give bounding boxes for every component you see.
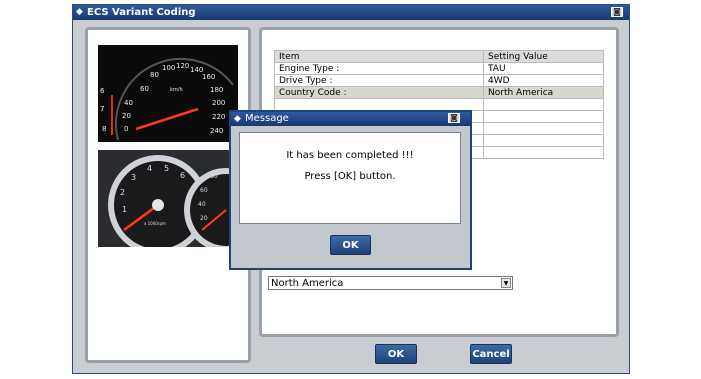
window-close-button[interactable]: ◙ bbox=[611, 7, 623, 17]
tach-tick: 5 bbox=[164, 164, 169, 173]
message-text-area: It has been completed !!! Press [OK] but… bbox=[239, 132, 461, 224]
speedo-tick: 240 bbox=[210, 127, 223, 135]
tach-tick: 4 bbox=[147, 164, 152, 173]
tach-unit: x 1000rpm bbox=[144, 221, 166, 226]
speedo-tick: 200 bbox=[212, 99, 225, 107]
table-row-selected[interactable]: Country Code : North America bbox=[274, 86, 604, 99]
speedo-tick: 160 bbox=[202, 73, 215, 81]
message-dialog-titlebar: ◆ Message ◙ bbox=[231, 112, 470, 126]
speedo-tick: 80 bbox=[150, 71, 159, 79]
cell-value bbox=[483, 110, 604, 123]
ok-button[interactable]: OK bbox=[375, 344, 417, 364]
tach-tick: 2 bbox=[120, 188, 125, 197]
temp-tick: 60 bbox=[200, 187, 208, 194]
speedo-tick: 180 bbox=[210, 86, 223, 94]
temp-tick: 20 bbox=[200, 215, 208, 222]
tach-tick: 6 bbox=[180, 171, 185, 180]
table-row[interactable]: Engine Type : TAU bbox=[274, 62, 604, 75]
cell-value: North America bbox=[483, 86, 604, 99]
column-header-item: Item bbox=[274, 50, 484, 63]
cell-value bbox=[483, 134, 604, 147]
speedo-tick: 60 bbox=[140, 85, 149, 93]
title-diamond-icon: ◆ bbox=[234, 114, 241, 124]
cell-value: TAU bbox=[483, 62, 604, 75]
cell-value bbox=[483, 98, 604, 111]
country-code-value: North America bbox=[271, 278, 344, 289]
speedo-left-tick: 7 bbox=[100, 105, 104, 113]
title-diamond-icon: ◆ bbox=[76, 7, 83, 17]
tachometer-image: 1 2 3 4 5 6 x 1000rpm 80 60 40 20 bbox=[98, 150, 238, 247]
table-header-row: Item Setting Value bbox=[274, 50, 604, 63]
temp-tick: 40 bbox=[198, 201, 206, 208]
table-row[interactable]: Drive Type : 4WD bbox=[274, 74, 604, 87]
dialog-ok-button[interactable]: OK bbox=[330, 235, 371, 255]
speedo-small-tick: 0 bbox=[124, 125, 128, 133]
speedo-small-tick: 40 bbox=[124, 99, 133, 107]
speedo-tick: 100 bbox=[162, 64, 175, 72]
dialog-close-button[interactable]: ◙ bbox=[448, 113, 460, 123]
speedo-tick: 220 bbox=[212, 113, 225, 121]
cell-item: Engine Type : bbox=[274, 62, 484, 75]
cancel-button[interactable]: Cancel bbox=[470, 344, 512, 364]
speedo-unit: km/h bbox=[170, 87, 183, 93]
cell-value: 4WD bbox=[483, 74, 604, 87]
message-dialog: ◆ Message ◙ It has been completed !!! Pr… bbox=[229, 110, 472, 270]
cell-value bbox=[483, 146, 604, 159]
speedo-left-tick: 8 bbox=[102, 125, 106, 133]
speedo-left-tick: 6 bbox=[100, 87, 105, 95]
temp-tick: 80 bbox=[210, 173, 218, 180]
message-dialog-title: Message bbox=[245, 113, 289, 124]
speedo-tick: 120 bbox=[176, 62, 189, 70]
country-code-select[interactable]: North America ▼ bbox=[268, 276, 513, 290]
speedometer-image: 60 80 100 120 140 160 180 200 220 240 km… bbox=[98, 45, 238, 142]
column-header-setting-value: Setting Value bbox=[483, 50, 604, 63]
speedo-small-tick: 20 bbox=[122, 112, 131, 120]
window-title: ECS Variant Coding bbox=[87, 7, 196, 18]
message-line-2: Press [OK] button. bbox=[304, 171, 396, 182]
cell-item bbox=[274, 98, 484, 111]
cell-item: Country Code : bbox=[274, 86, 484, 99]
dropdown-arrow-icon[interactable]: ▼ bbox=[501, 278, 511, 288]
tach-tick: 1 bbox=[122, 205, 127, 214]
window-titlebar: ◆ ECS Variant Coding ◙ bbox=[73, 5, 629, 20]
tach-tick: 3 bbox=[131, 173, 136, 182]
cell-item: Drive Type : bbox=[274, 74, 484, 87]
message-line-1: It has been completed !!! bbox=[286, 150, 414, 161]
left-image-panel: 60 80 100 120 140 160 180 200 220 240 km… bbox=[85, 27, 251, 363]
cell-value bbox=[483, 122, 604, 135]
table-row[interactable] bbox=[274, 98, 604, 111]
